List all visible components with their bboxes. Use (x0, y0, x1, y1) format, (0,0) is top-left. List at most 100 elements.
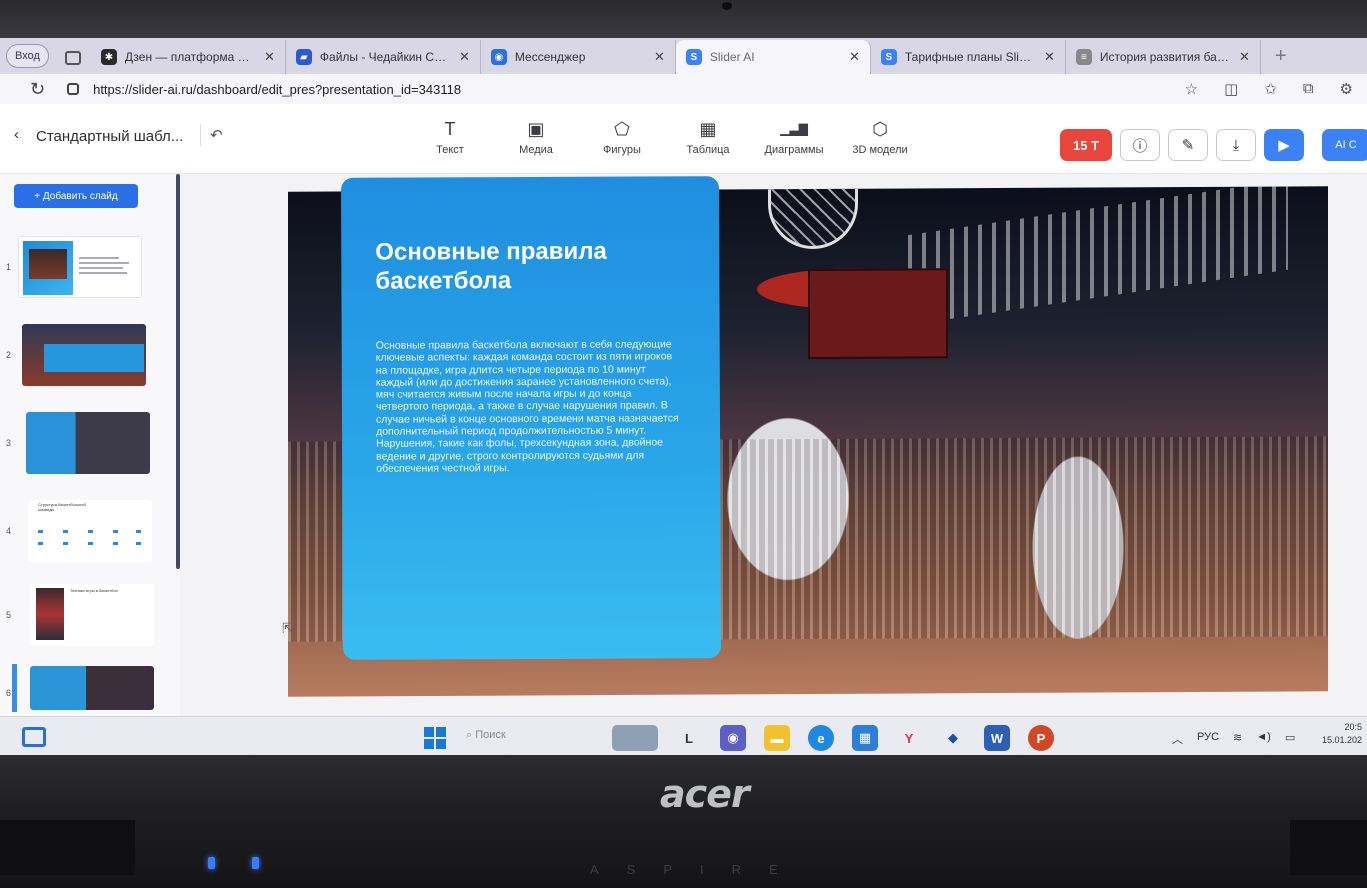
yandex-icon[interactable]: Y (896, 725, 922, 751)
ai-button[interactable]: AI С (1322, 129, 1367, 161)
thumbnail-line (79, 257, 119, 259)
download-icon: ⤓ (1232, 136, 1240, 154)
undo-icon[interactable]: ↶ (210, 126, 223, 144)
shapes-tool[interactable]: ⬠ Фигуры (592, 118, 652, 156)
tab-actions-icon[interactable] (64, 51, 81, 65)
dzen-icon: ✱ (100, 49, 117, 65)
thumbnail-block (44, 344, 144, 372)
slide-thumbnail-6[interactable] (30, 666, 154, 710)
slide-text-card[interactable]: Основные правила баскетбола Основные пра… (340, 176, 722, 660)
tab-history[interactable]: ≡ История развития баске ✕ (1066, 40, 1261, 74)
presentation-title[interactable]: Стандартный шабл... (36, 128, 183, 145)
tab-dzen[interactable]: ✱ Дзен — платформа для т ✕ (91, 40, 286, 74)
thumbnail-line (79, 262, 129, 264)
browser-tab-bar: Вход ✱ Дзен — платформа для т ✕ ▰ Файлы … (0, 38, 1367, 74)
acer-logo: acer (660, 772, 750, 816)
slider-icon: S (880, 49, 897, 65)
tool-label: 3D модели (852, 144, 908, 156)
volume-icon[interactable]: ◄) (1256, 731, 1271, 747)
table-tool[interactable]: ▦ Таблица (678, 118, 738, 156)
tab-files[interactable]: ▰ Файлы - Чедайкин Серге ✕ (286, 40, 481, 74)
thumbnail-line (79, 267, 123, 269)
back-icon[interactable]: ‹ (14, 126, 19, 143)
task-view-icon[interactable]: L (676, 725, 702, 751)
clock[interactable]: 20:5 15.01.202 (1322, 721, 1362, 747)
info-icon: ⓘ (1132, 137, 1148, 155)
favorites-icon[interactable]: ✩ (1264, 80, 1277, 98)
url-field[interactable]: https://slider-ai.ru/dashboard/edit_pres… (93, 82, 461, 97)
edge-icon[interactable]: e (808, 725, 834, 751)
current-slide-indicator (12, 664, 17, 712)
arena-lights (908, 186, 1288, 326)
media-tool[interactable]: ▣ Медиа (506, 118, 566, 156)
hinge-left (0, 820, 135, 875)
powerpoint-icon[interactable]: P (1028, 725, 1054, 751)
desktop-app-icon[interactable] (612, 725, 658, 751)
present-button[interactable]: ▶ (1264, 129, 1304, 161)
thumbnail-dot (38, 530, 43, 533)
slide-number: 6 (6, 688, 12, 698)
slide-thumbnail-5[interactable]: Техники игры в баскетбол (30, 584, 154, 646)
thumbnail-dot (88, 530, 93, 533)
taskbar-search[interactable]: ⌕ Поиск (466, 729, 506, 742)
slide-thumbnail-1[interactable] (18, 236, 142, 298)
star-icon[interactable]: ☆ (1185, 80, 1198, 98)
thumbnail-title: Структура баскетбольной команды (38, 502, 86, 512)
charts-tool[interactable]: ▁▃▇ Диаграммы (764, 118, 824, 156)
download-button[interactable]: ⤓ (1216, 129, 1256, 161)
slide-number: 5 (6, 610, 12, 620)
tab-pricing[interactable]: S Тарифные планы Slider F ✕ (871, 40, 1066, 74)
tab-title: Файлы - Чедайкин Серге (319, 50, 451, 64)
wifi-icon[interactable]: ≋ (1233, 731, 1242, 747)
extensions-icon[interactable]: ⚙ (1340, 80, 1353, 98)
close-icon[interactable]: ✕ (459, 49, 470, 65)
slide-number: 4 (6, 526, 12, 536)
slide-thumbnail-4[interactable]: Структура баскетбольной команды (28, 500, 152, 562)
battery-led (252, 857, 259, 869)
table-icon: ▦ (699, 119, 717, 139)
close-icon[interactable]: ✕ (849, 49, 860, 65)
brush-button[interactable]: ✎ (1168, 129, 1208, 161)
slide-number: 1 (6, 262, 12, 272)
editor-toolbar: ‹ Стандартный шабл... ↶ T Текст ▣ Медиа … (0, 104, 1367, 174)
close-icon[interactable]: ✕ (1044, 49, 1055, 65)
windows-start-icon[interactable] (424, 727, 446, 749)
chart-icon: ▁▃▇ (780, 122, 808, 136)
close-icon[interactable]: ✕ (264, 49, 275, 65)
3d-models-tool[interactable]: ⬡ 3D модели (850, 118, 910, 156)
slide-thumbnail-3[interactable] (26, 412, 150, 474)
tab-title: Дзен — платформа для т (124, 50, 256, 64)
slides-sidebar: + Добавить слайд 1 2 3 4 Структура баске… (0, 174, 180, 724)
store-icon[interactable]: ▦ (852, 725, 878, 751)
signin-button[interactable]: Вход (6, 44, 49, 68)
thumbnail-image (23, 241, 73, 295)
split-view-icon[interactable]: ◫ (1224, 80, 1238, 98)
add-slide-button[interactable]: + Добавить слайд (14, 184, 138, 208)
teams-icon[interactable]: ◉ (720, 725, 746, 751)
mouse-cursor-icon: ⇱ (282, 620, 294, 636)
info-button[interactable]: ⓘ (1120, 129, 1160, 161)
close-icon[interactable]: ✕ (654, 49, 665, 65)
dropbox-icon[interactable]: ◆ (940, 725, 966, 751)
slide-title[interactable]: Основные правила баскетбола (375, 237, 635, 296)
close-icon[interactable]: ✕ (1239, 49, 1250, 65)
widgets-icon[interactable] (22, 727, 46, 747)
tab-slider-ai[interactable]: S Slider AI ✕ (675, 40, 871, 74)
word-icon[interactable]: W (984, 725, 1010, 751)
credits-badge[interactable]: 15 Т (1060, 129, 1112, 161)
slide-body[interactable]: Основные правила баскетбола включают в с… (376, 338, 687, 475)
chevron-up-icon[interactable]: ︿ (1172, 731, 1183, 747)
slide-thumbnail-2[interactable] (22, 324, 146, 386)
language-indicator[interactable]: РУС (1197, 731, 1219, 747)
doc-icon: ≡ (1075, 49, 1092, 65)
battery-icon[interactable]: ▭ (1285, 731, 1295, 747)
text-tool[interactable]: T Текст (420, 118, 480, 156)
file-explorer-icon[interactable]: ▬ (764, 725, 790, 751)
lock-icon[interactable] (67, 83, 80, 95)
collections-icon[interactable]: ⧉ (1303, 80, 1314, 98)
thumbnail-title: Техники игры в баскетбол (70, 588, 118, 593)
tab-messenger[interactable]: ◉ Мессенджер ✕ (481, 40, 676, 74)
reload-icon[interactable]: ↻ (30, 79, 45, 100)
new-tab-button[interactable]: + (1275, 45, 1287, 68)
tool-label: Диаграммы (764, 144, 824, 156)
